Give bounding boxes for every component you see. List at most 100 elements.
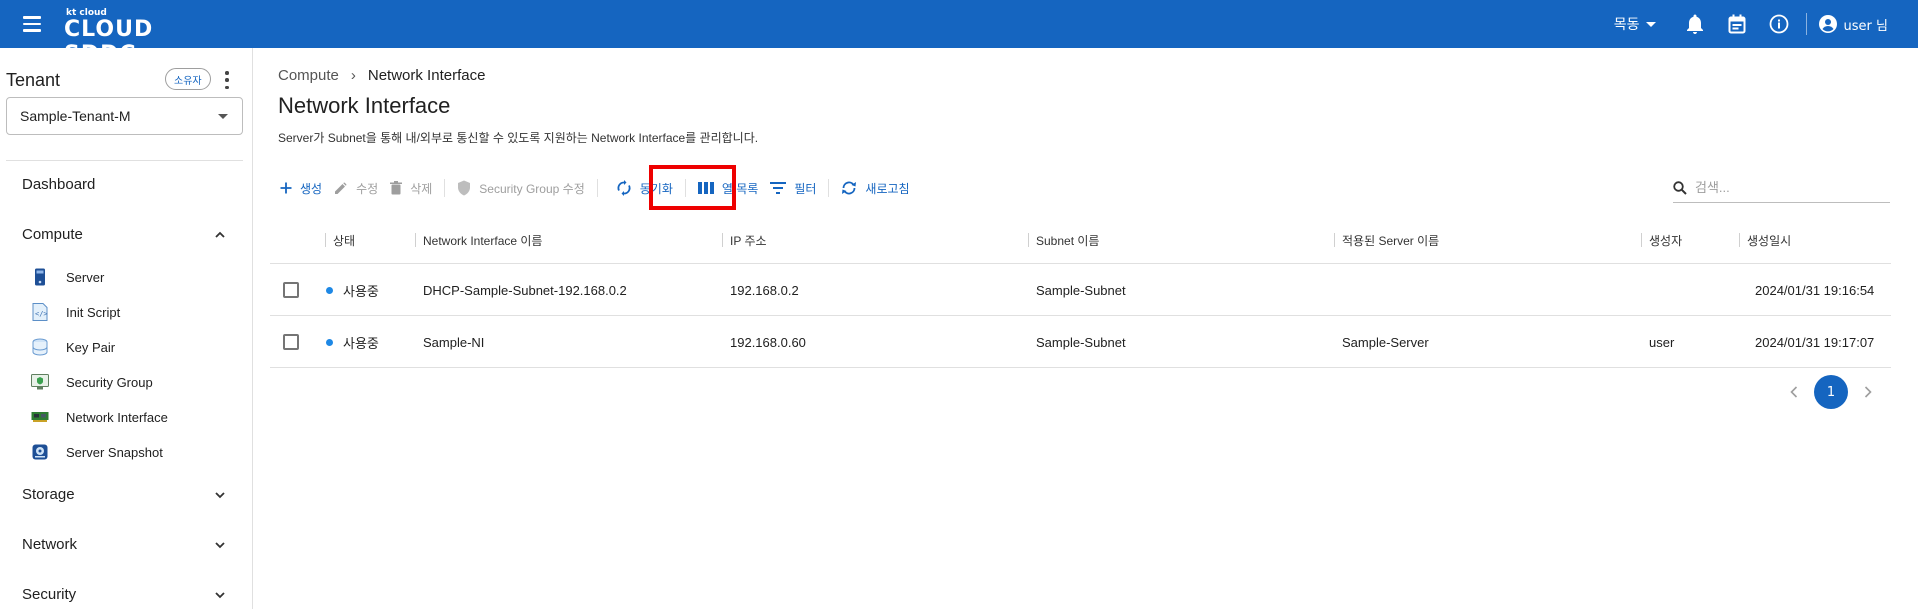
delete-button[interactable]: 삭제: [384, 173, 438, 203]
column-header-created[interactable]: 생성일시: [1747, 216, 1791, 264]
filter-icon: [770, 182, 787, 194]
calendar-icon[interactable]: [1726, 13, 1748, 35]
page-description: Server가 Subnet을 통해 내/외부로 통신할 수 있도록 지원하는 …: [278, 131, 759, 145]
column-divider: [1334, 233, 1335, 247]
svg-text:</>: </>: [35, 310, 48, 318]
sidebar-item-server[interactable]: Server: [30, 266, 104, 288]
table-row[interactable]: 사용중 DHCP-Sample-Subnet-192.168.0.2 192.1…: [270, 264, 1891, 316]
security-group-edit-label: Security Group 수정: [479, 181, 585, 196]
toolbar-divider: [444, 179, 446, 197]
more-vert-icon[interactable]: [224, 71, 230, 89]
network-interface-icon: [30, 408, 50, 426]
column-divider: [1739, 233, 1740, 247]
sidebar-item-security-group[interactable]: Security Group: [30, 371, 153, 393]
toolbar-divider: [596, 179, 598, 197]
cell-subnet: Sample-Subnet: [1036, 334, 1126, 350]
search-input[interactable]: [1695, 180, 1875, 195]
key-pair-icon: [30, 338, 50, 356]
refresh-button[interactable]: 새로고침: [835, 173, 915, 203]
chevron-down-icon[interactable]: [215, 490, 225, 500]
view-column-icon: [697, 182, 714, 194]
edit-label: 수정: [356, 181, 379, 196]
table-header: 상태 Network Interface 이름 IP 주소 Subnet 이름 …: [270, 216, 1891, 264]
columns-button[interactable]: 열 목록: [692, 173, 764, 203]
table-row[interactable]: 사용중 Sample-NI 192.168.0.60 Sample-Subnet…: [270, 316, 1891, 368]
top-app-bar: kt cloud CLOUD SDDC 목동 user 님: [0, 0, 1918, 67]
sidebar-item-label: Key Pair: [66, 339, 116, 355]
cell-server: Sample-Server: [1342, 334, 1429, 350]
security-group-icon: [30, 373, 50, 391]
sidebar-item-init-script[interactable]: </> Init Script: [30, 301, 120, 323]
caret-down-icon: [218, 114, 228, 119]
chevron-down-icon[interactable]: [215, 540, 225, 550]
chevron-down-icon[interactable]: [215, 590, 225, 600]
bell-icon[interactable]: [1684, 13, 1706, 35]
page-number-button[interactable]: 1: [1814, 375, 1848, 409]
sidebar-item-compute[interactable]: Compute: [22, 226, 83, 243]
tenant-select-value: Sample-Tenant-M: [20, 108, 131, 124]
column-header-name[interactable]: Network Interface 이름: [423, 216, 542, 264]
sidebar: Tenant 소유자 Sample-Tenant-M Dashboard Com…: [0, 48, 253, 609]
cell-name: Sample-NI: [423, 334, 485, 350]
column-header-ip[interactable]: IP 주소: [730, 216, 767, 264]
toolbar-divider: [828, 179, 830, 197]
info-icon[interactable]: [1768, 13, 1790, 35]
sidebar-item-network[interactable]: Network: [22, 536, 77, 553]
tenant-select[interactable]: Sample-Tenant-M: [6, 97, 243, 135]
sidebar-item-network-interface[interactable]: Network Interface: [30, 406, 168, 428]
create-label: 생성: [300, 181, 323, 196]
create-button[interactable]: 생성: [274, 173, 328, 203]
menu-icon[interactable]: [20, 12, 44, 36]
sync-button[interactable]: 동기화: [610, 173, 679, 203]
page-title: Network Interface: [278, 93, 451, 118]
refresh-label: 새로고침: [865, 181, 910, 196]
sidebar-item-storage[interactable]: Storage: [22, 486, 75, 503]
main-content: Compute › Network Interface Network Inte…: [254, 48, 1918, 609]
cell-name: DHCP-Sample-Subnet-192.168.0.2: [423, 282, 627, 298]
chevron-up-icon[interactable]: [215, 230, 225, 240]
column-header-status[interactable]: 상태: [333, 216, 355, 264]
edit-button[interactable]: 수정: [328, 173, 384, 203]
sidebar-item-label: Network Interface: [66, 409, 168, 425]
sidebar-item-label: Server: [66, 269, 105, 285]
sidebar-item-server-snapshot[interactable]: Server Snapshot: [30, 441, 163, 463]
shield-icon: [458, 180, 471, 196]
status-dot: [326, 286, 333, 294]
snapshot-icon: [30, 443, 50, 461]
filter-button[interactable]: 필터: [764, 173, 822, 203]
cell-created: 2024/01/31 19:17:07: [1755, 334, 1875, 350]
column-header-subnet[interactable]: Subnet 이름: [1036, 216, 1099, 264]
breadcrumb-current: Network Interface: [367, 67, 486, 84]
plus-icon: [280, 182, 292, 194]
column-header-server[interactable]: 적용된 Server 이름: [1342, 216, 1439, 264]
column-header-creator[interactable]: 생성자: [1649, 216, 1682, 264]
sidebar-item-key-pair[interactable]: Key Pair: [30, 336, 115, 358]
logo[interactable]: kt cloud CLOUD SDDC: [62, 4, 232, 67]
cell-ip: 192.168.0.60: [730, 334, 806, 350]
search-box: [1673, 173, 1890, 203]
server-icon: [30, 268, 50, 286]
region-selector[interactable]: 목동: [1614, 14, 1656, 34]
security-group-edit-button[interactable]: Security Group 수정: [451, 173, 590, 203]
trash-icon: [390, 181, 403, 195]
sidebar-item-dashboard[interactable]: Dashboard: [22, 176, 95, 193]
topbar-divider: [1805, 13, 1807, 35]
row-checkbox[interactable]: [283, 282, 299, 298]
sidebar-divider: [6, 160, 243, 161]
column-divider: [415, 233, 416, 247]
cell-created: 2024/01/31 19:16:54: [1755, 282, 1875, 298]
chevron-left-icon[interactable]: [1782, 380, 1806, 404]
column-divider: [722, 233, 723, 247]
breadcrumb: Compute › Network Interface: [278, 67, 485, 84]
sidebar-item-security[interactable]: Security: [22, 586, 76, 603]
row-checkbox[interactable]: [283, 334, 299, 350]
breadcrumb-parent[interactable]: Compute: [278, 67, 339, 84]
sync-label: 동기화: [639, 181, 673, 196]
cell-creator: user: [1649, 334, 1675, 350]
sidebar-item-label: Init Script: [66, 304, 121, 320]
user-menu[interactable]: user 님: [1818, 15, 1888, 34]
chevron-right-icon[interactable]: [1856, 380, 1880, 404]
pagination: 1: [1782, 375, 1892, 409]
script-icon: </>: [30, 303, 50, 321]
refresh-icon: [842, 181, 857, 195]
